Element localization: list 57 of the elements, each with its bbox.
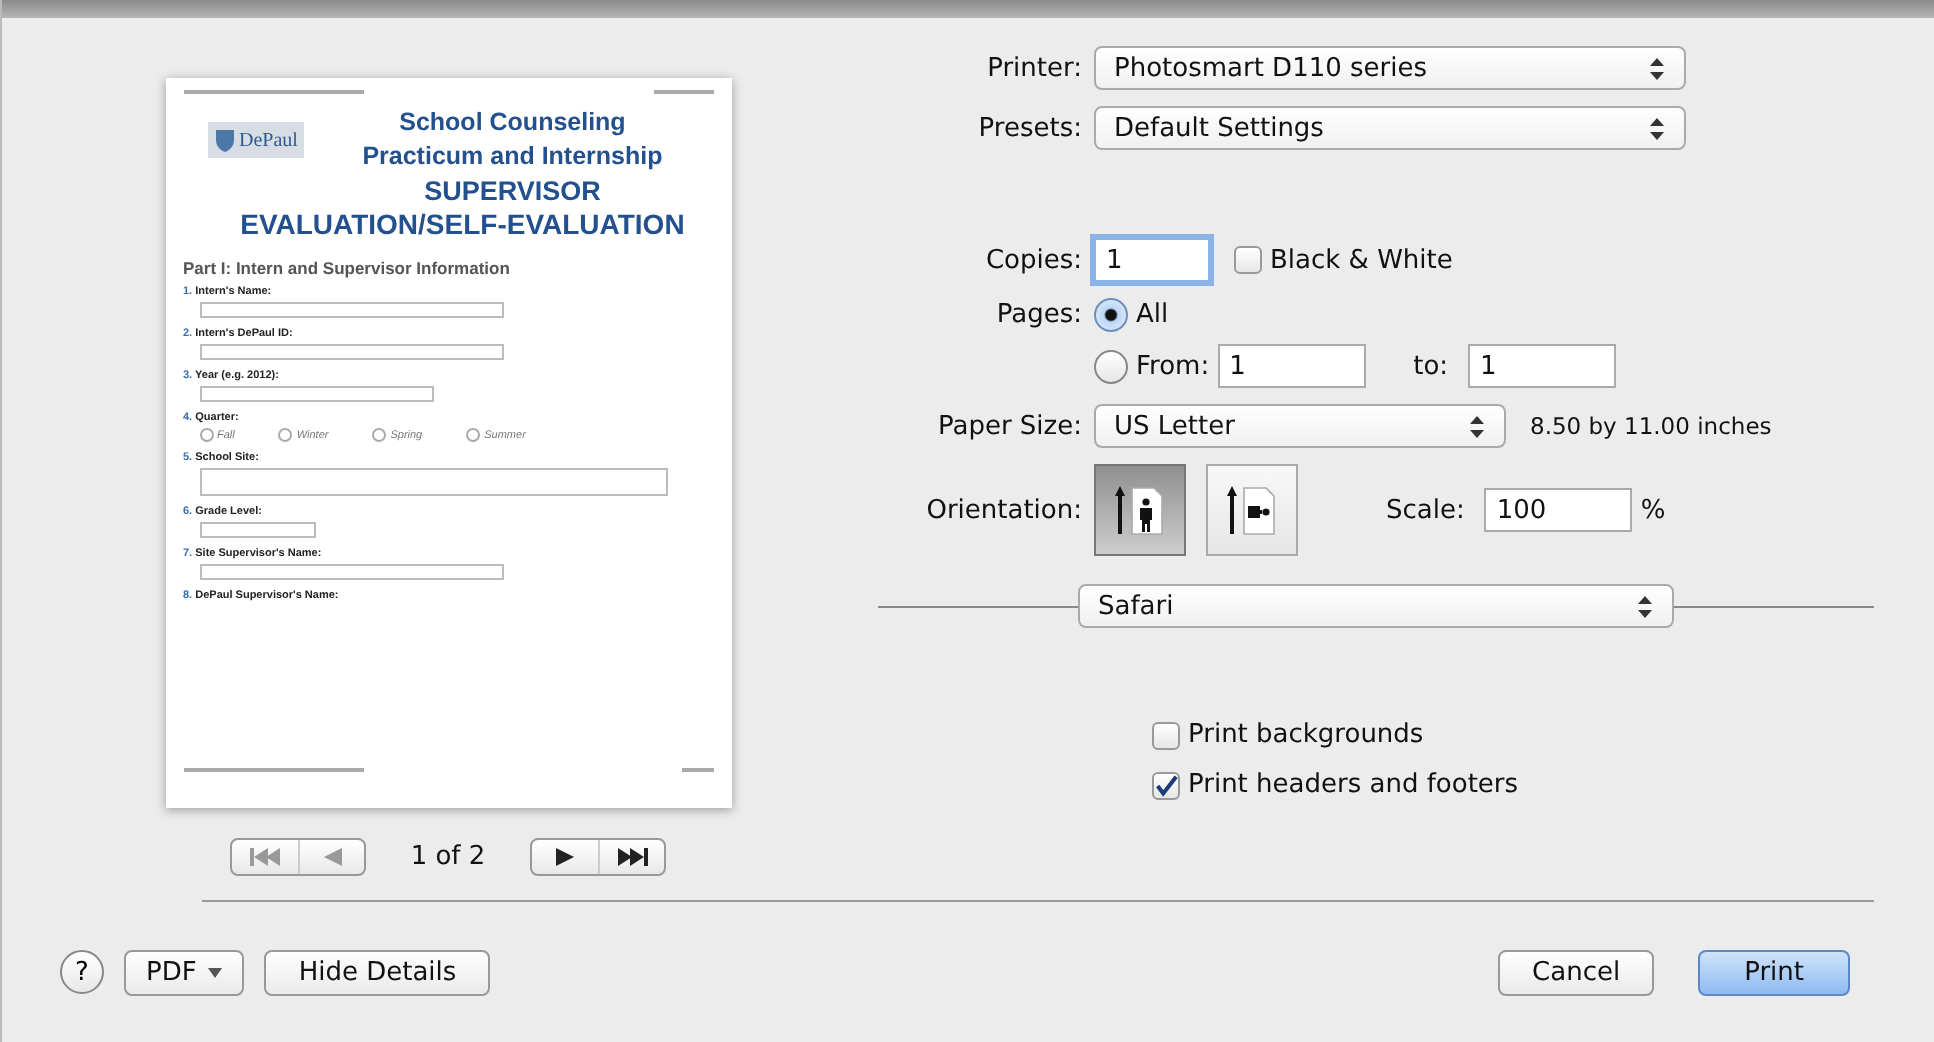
- percent-sign: %: [1640, 495, 1666, 525]
- scale-label: Scale:: [1386, 495, 1465, 525]
- page-range-radio[interactable]: [1094, 349, 1128, 383]
- updown-arrows-icon: [1470, 415, 1484, 437]
- landscape-page-icon: [1226, 482, 1278, 538]
- document-title: School Counseling: [399, 106, 626, 140]
- updown-arrows-icon: [1638, 595, 1652, 617]
- from-page-field[interactable]: 1: [1217, 344, 1366, 388]
- logo-text: DePaul: [239, 129, 298, 151]
- first-page-icon: [249, 848, 282, 866]
- monochrome-checkbox[interactable]: [1234, 246, 1262, 274]
- orientation-button[interactable]: [1094, 464, 1186, 556]
- printer-label: Printer:: [985, 53, 1082, 83]
- checkbox-label: Print headers and footers: [1188, 770, 1519, 800]
- copies-label: Copies:: [983, 245, 1082, 275]
- help-button[interactable]: ?: [60, 950, 104, 994]
- left-triangle-icon: [323, 848, 342, 866]
- checkbox-label: Print backgrounds: [1188, 720, 1424, 750]
- paper-dimensions: 8.50 by 11.00 inches: [1530, 412, 1772, 440]
- paper-size-popup[interactable]: US Letter: [1094, 404, 1506, 448]
- caret-icon: [208, 967, 223, 977]
- orientation-label: Orientation:: [924, 495, 1082, 525]
- page-counter: 1 of 2: [410, 842, 486, 872]
- last-page-icon: [615, 848, 648, 866]
- document-title: EVALUATION/SELF-EVALUATION: [240, 208, 685, 242]
- pages-label: Pages:: [994, 300, 1082, 330]
- portrait-page-icon: [1114, 482, 1166, 538]
- hide-details-button[interactable]: Hide Details: [264, 949, 491, 995]
- cancel-button[interactable]: Cancel: [1498, 949, 1655, 995]
- shield-icon: [213, 128, 235, 152]
- section-popup[interactable]: Safari: [1078, 584, 1674, 628]
- checkbox-label: Black & White: [1270, 245, 1453, 275]
- radio-label: All: [1136, 300, 1169, 330]
- print-button[interactable]: Print: [1698, 949, 1850, 995]
- to-page-field[interactable]: 1: [1468, 344, 1617, 388]
- orientation-button[interactable]: [1206, 464, 1298, 556]
- updown-arrows-icon: [1650, 57, 1664, 79]
- option-checkbox[interactable]: [1152, 721, 1180, 749]
- form-field: [199, 522, 315, 538]
- section-heading: Part I: Intern and Supervisor Information: [183, 258, 512, 278]
- from-label: From:: [1136, 351, 1210, 381]
- updown-arrows-icon: [1650, 117, 1664, 139]
- pdf-menu-button[interactable]: PDF: [124, 949, 245, 995]
- document-title: Practicum and Internship: [362, 140, 663, 174]
- presets-popup[interactable]: Default Settings: [1094, 106, 1686, 150]
- copies-field[interactable]: 1: [1094, 238, 1210, 282]
- printer-popup[interactable]: Photosmart D110 series: [1094, 46, 1686, 90]
- all-pages-radio[interactable]: [1094, 298, 1128, 332]
- option-checkbox[interactable]: [1152, 771, 1180, 799]
- document-title: SUPERVISOR: [424, 174, 601, 208]
- to-label: to:: [1413, 351, 1449, 381]
- presets-label: Presets:: [976, 113, 1082, 143]
- paper-size-label: Paper Size:: [935, 411, 1082, 441]
- right-triangle-icon: [555, 848, 574, 866]
- footer-page-line: [681, 768, 713, 772]
- scale-field[interactable]: 100: [1484, 488, 1633, 532]
- header-date-line: [653, 90, 713, 94]
